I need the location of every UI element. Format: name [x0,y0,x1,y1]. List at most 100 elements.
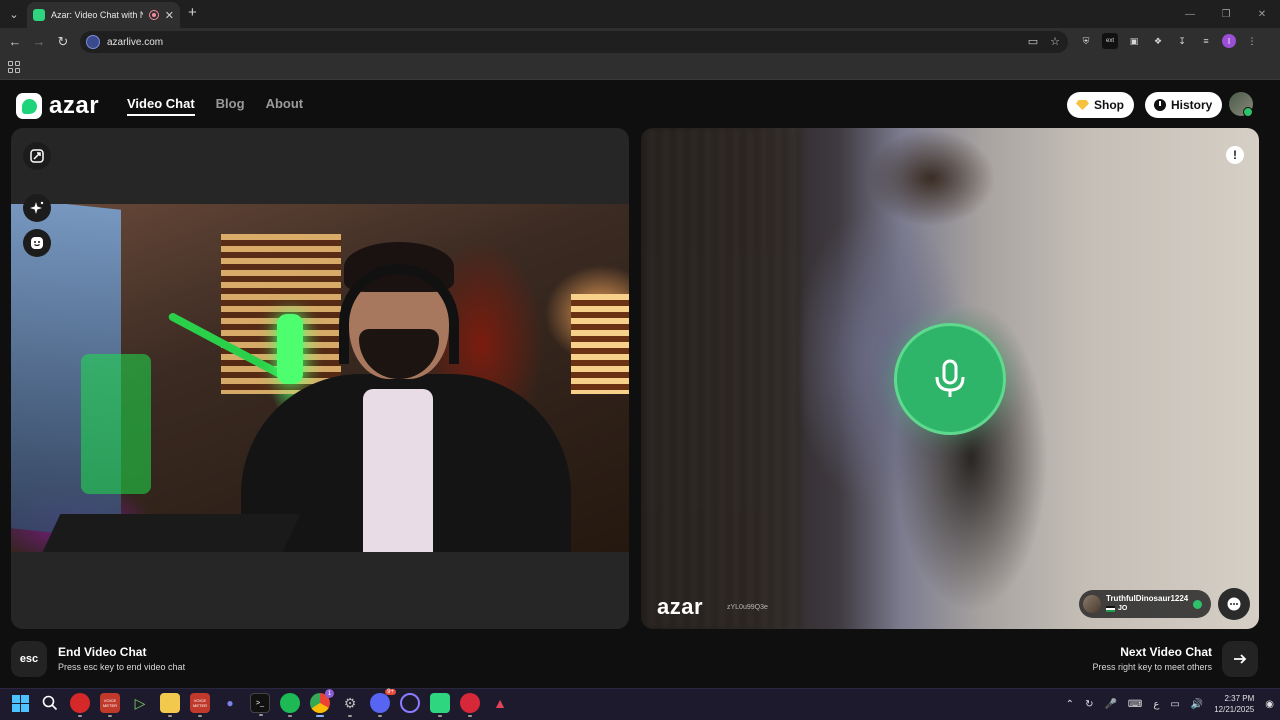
network-icon[interactable]: ▭ [1170,699,1179,710]
close-window-icon[interactable]: ✕ [1244,0,1280,28]
url-text: azarlive.com [107,36,164,48]
peer-info-chip[interactable]: TruthfulDinosaur1224 JO [1079,590,1211,618]
browser-tab-strip: ⌄ Azar: Video Chat with New ✕ + — ❐ ✕ [0,0,1280,28]
microphone-tray-icon[interactable]: 🎤 [1104,699,1116,710]
peer-avatar [1083,595,1101,613]
tab-search-chevron-icon[interactable]: ⌄ [5,5,23,23]
browser-tab[interactable]: Azar: Video Chat with New ✕ [27,2,180,28]
input-language[interactable]: ع [1153,699,1159,710]
settings-gear-icon[interactable]: ⚙ [340,693,360,717]
azar-logo[interactable]: azar [16,92,99,120]
profile-avatar[interactable]: I [1222,34,1236,48]
site-info-icon[interactable] [86,35,100,49]
davinci-icon[interactable] [460,693,480,717]
avatar-status-badge [1243,107,1253,117]
install-app-icon[interactable]: ▭ [1028,35,1038,48]
nav-blog[interactable]: Blog [216,96,245,116]
minimize-icon[interactable]: — [1172,0,1208,28]
tab-close-icon[interactable]: ✕ [165,9,174,22]
volume-icon[interactable]: 🔊 [1191,699,1203,710]
browser-menu-icon[interactable]: ⋮ [1244,33,1260,49]
peer-country: JO [1118,605,1128,612]
show-hidden-icons-chevron[interactable]: ⌃ [1066,699,1074,710]
face-filter-button[interactable] [23,229,51,257]
history-button[interactable]: History [1145,92,1223,118]
recorder-app-icon[interactable] [70,693,90,717]
apps-grid-icon[interactable] [8,61,20,73]
puzzle-extensions-icon[interactable]: ❖ [1150,33,1166,49]
gem-icon [1076,100,1089,110]
reload-icon[interactable]: ↻ [55,34,71,50]
notification-icon[interactable]: ◉ [1265,699,1274,710]
file-explorer-icon[interactable] [160,693,180,717]
tab-title: Azar: Video Chat with New [51,10,143,20]
discord-icon[interactable]: 9+ [370,689,396,717]
clock-icon [1154,99,1166,111]
next-chat-arrow-button[interactable] [1222,641,1258,677]
shield-extension-icon[interactable]: ⛨ [1078,33,1094,49]
sync-icon[interactable]: ↻ [1085,699,1093,710]
forward-arrow-icon[interactable]: → [31,34,47,50]
next-video-chat-title: Next Video Chat [1120,645,1212,659]
adobe-app-icon[interactable]: ▲ [490,693,510,713]
arrow-right-icon [1234,654,1247,664]
mic-permission-button[interactable] [894,323,1006,435]
remote-video-panel: ! azar zYL0u99Q3e TruthfulDinosaur1224 J… [641,128,1259,629]
nav-about[interactable]: About [266,96,304,116]
whatsapp-icon[interactable] [430,693,450,717]
discord-badge: 9+ [385,689,396,695]
self-camera-feed [11,204,629,552]
azar-watermark: azar [657,594,704,619]
blurred-background [641,128,801,629]
restore-icon[interactable]: ❐ [1208,0,1244,28]
azar-favicon-icon [33,9,45,21]
spotify-icon[interactable] [280,693,300,717]
history-label: History [1171,98,1213,112]
jordan-flag-icon [1106,606,1115,612]
back-arrow-icon[interactable]: ← [7,34,23,50]
camera-extension-icon[interactable]: ▣ [1126,33,1142,49]
effects-button[interactable] [23,194,51,222]
bookmark-star-icon[interactable]: ☆ [1050,35,1060,48]
download-icon[interactable]: ↧ [1174,33,1190,49]
person-shirt [363,389,433,552]
media-player-icon[interactable]: ▷ [130,693,150,713]
chat-button[interactable] [1218,588,1250,620]
bookmarks-bar [0,56,1280,80]
logo-text: azar [49,92,100,119]
keyboard-icon[interactable]: ⌨ [1128,699,1142,710]
recording-indicator-icon [148,10,159,20]
nav-video-chat[interactable]: Video Chat [127,96,195,116]
end-video-chat-title: End Video Chat [58,645,147,659]
chrome-badge: 1 [325,689,334,698]
report-alert-icon[interactable]: ! [1226,146,1244,164]
media-queue-icon[interactable]: ≡ [1198,33,1214,49]
self-video-panel [11,128,629,629]
expand-button[interactable] [23,142,51,170]
new-tab-plus-icon[interactable]: + [188,5,197,21]
microphone-icon [935,359,965,397]
search-icon[interactable] [40,693,60,713]
end-chat-esc-button[interactable]: esc [11,641,47,677]
expand-icon [30,149,44,163]
shop-label: Shop [1094,98,1124,112]
window-blinds-right [571,294,629,394]
clock[interactable]: 2:37 PM 12/21/2025 [1214,693,1254,715]
obs-app-icon[interactable] [400,693,420,713]
watermark-id: zYL0u99Q3e [727,604,768,611]
terminal-icon[interactable]: >_ [250,693,270,716]
teams-icon[interactable]: ● [220,693,240,713]
voicemeeter-app-icon[interactable]: VOICE METER [100,693,120,717]
address-bar[interactable]: azarlive.com ▭ ☆ [80,31,1068,53]
azar-page: azar Video Chat Blog About Shop History [0,80,1280,688]
smiley-icon [31,237,43,249]
chat-bubble-icon [1227,597,1241,611]
windows-start-icon[interactable] [10,693,30,713]
sparkle-icon [30,201,44,214]
voicemeeter-2-app-icon[interactable]: VOICE METER [190,693,210,717]
shop-button[interactable]: Shop [1067,92,1134,118]
main-nav: Video Chat Blog About [127,96,303,116]
extension-badge-icon[interactable]: ext [1102,33,1118,49]
chrome-icon[interactable]: 1 [310,689,334,717]
next-video-chat-hint: Press right key to meet others [1092,662,1212,672]
